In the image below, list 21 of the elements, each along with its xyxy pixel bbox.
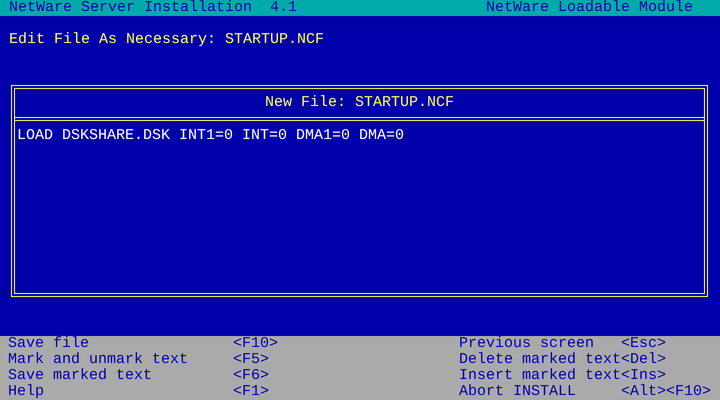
key-hint: <F1> [233,384,270,400]
help-label: Help [8,384,46,400]
window-title: NetWare Server Installation 4.1 [9,0,298,16]
prompt-text: Edit File As Necessary: STARTUP.NCF [8,30,326,48]
help-label: Save marked text [8,368,154,384]
help-label: Mark and unmark text [8,352,190,368]
help-label: Previous screen [459,336,596,352]
key-hint: <Del> [621,352,666,368]
help-label: Delete marked text [459,352,621,368]
key-hint: <F5> [233,352,270,368]
file-line[interactable]: LOAD DSKSHARE.DSK INT1=0 INT=0 DMA1=0 DMA=0 [17,128,404,144]
key-hint: <Ins> [621,368,666,384]
key-hint: <F6> [233,368,270,384]
help-label: Save file [8,336,90,352]
help-label: Abort INSTALL [459,384,578,400]
editor-title: New File: STARTUP.NCF [264,95,454,111]
key-hint: <Alt><F10> [621,384,712,400]
module-label: NetWare Loadable Module [486,0,693,16]
key-hint: <Esc> [621,336,666,352]
help-label: Insert marked text [459,368,621,384]
key-hint: <F10> [233,336,278,352]
